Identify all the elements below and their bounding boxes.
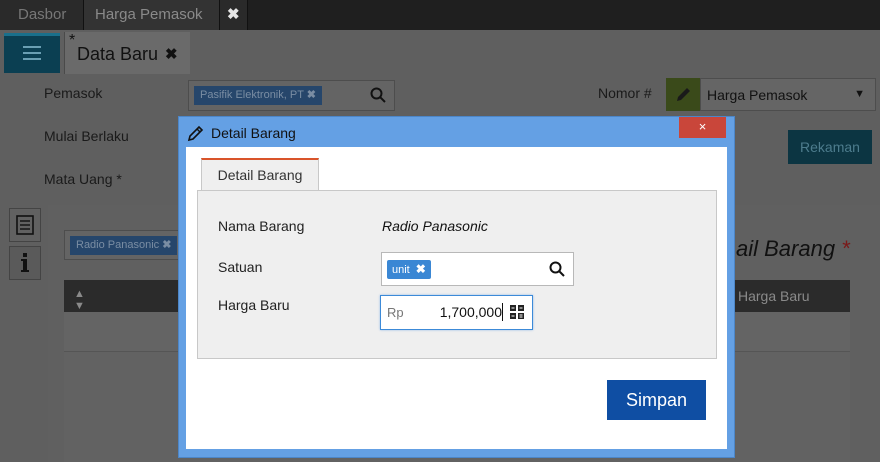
- document-tab-label: Data Baru: [77, 44, 159, 64]
- currency-prefix: Rp: [387, 305, 404, 320]
- unit-label: Satuan: [218, 259, 263, 275]
- new-price-input[interactable]: Rp 1,700,000: [380, 295, 533, 330]
- unit-tag: unit ✖: [387, 260, 431, 279]
- new-price-value: 1,700,000: [439, 304, 502, 320]
- unit-field[interactable]: unit ✖: [381, 252, 574, 286]
- number-select[interactable]: Harga Pemasok ▼: [700, 78, 876, 111]
- item-name-value: Radio Panasonic: [382, 218, 488, 234]
- effective-date-label: Mulai Berlaku: [44, 128, 129, 144]
- info-icon[interactable]: [9, 246, 41, 280]
- dialog-body: Detail Barang Nama Barang Radio Panasoni…: [186, 147, 727, 449]
- save-button[interactable]: Simpan: [607, 380, 706, 420]
- chevron-down-icon: ▼: [854, 88, 865, 100]
- calculator-icon[interactable]: [510, 305, 525, 320]
- search-icon[interactable]: [370, 87, 386, 103]
- list-view-icon[interactable]: [9, 208, 41, 242]
- search-icon[interactable]: [549, 261, 565, 277]
- close-document-icon[interactable]: ✖: [165, 45, 178, 63]
- remove-tag-icon[interactable]: ✖: [416, 262, 426, 276]
- close-tab-icon[interactable]: ✖: [220, 0, 248, 30]
- detail-title: ail Barang *: [736, 236, 850, 261]
- currency-label: Mata Uang *: [44, 171, 122, 187]
- text-cursor: [502, 303, 503, 321]
- tab-panel: Nama Barang Radio Panasonic Satuan unit ✖…: [197, 190, 717, 359]
- supplier-field[interactable]: Pasifik Elektronik, PT ✖: [188, 80, 395, 111]
- close-dialog-button[interactable]: ×: [679, 117, 726, 138]
- record-button[interactable]: Rekaman: [788, 130, 872, 164]
- item-detail-dialog: Detail Barang × Detail Barang Nama Baran…: [178, 116, 735, 458]
- app-tab-bar: Dasbor Harga Pemasok ✖: [0, 0, 880, 30]
- new-price-label: Harga Baru: [218, 297, 290, 313]
- item-field[interactable]: Radio Panasonic ✖: [64, 230, 188, 260]
- supplier-label: Pemasok: [44, 85, 103, 101]
- pencil-icon: [187, 125, 204, 142]
- menu-toggle-button[interactable]: [4, 33, 60, 73]
- number-label: Nomor #: [598, 85, 652, 101]
- unsaved-marker: *: [69, 32, 76, 49]
- supplier-tag: Pasifik Elektronik, PT ✖: [194, 86, 323, 105]
- item-tag: Radio Panasonic ✖: [70, 236, 178, 255]
- item-name-label: Nama Barang: [218, 218, 305, 234]
- document-tab[interactable]: * Data Baru ✖: [64, 32, 190, 74]
- pencil-icon: [677, 88, 690, 101]
- tab-item-detail[interactable]: Detail Barang: [201, 158, 319, 191]
- tab-dashboard[interactable]: Dasbor: [0, 0, 84, 30]
- dialog-title: Detail Barang: [211, 125, 296, 141]
- edit-number-button[interactable]: [666, 78, 700, 111]
- number-select-value: Harga Pemasok: [707, 87, 808, 103]
- column-header-new-price[interactable]: Harga Baru: [738, 288, 810, 304]
- sort-icon[interactable]: ▲ ▼: [74, 288, 85, 312]
- tab-supplier-price[interactable]: Harga Pemasok: [84, 0, 220, 30]
